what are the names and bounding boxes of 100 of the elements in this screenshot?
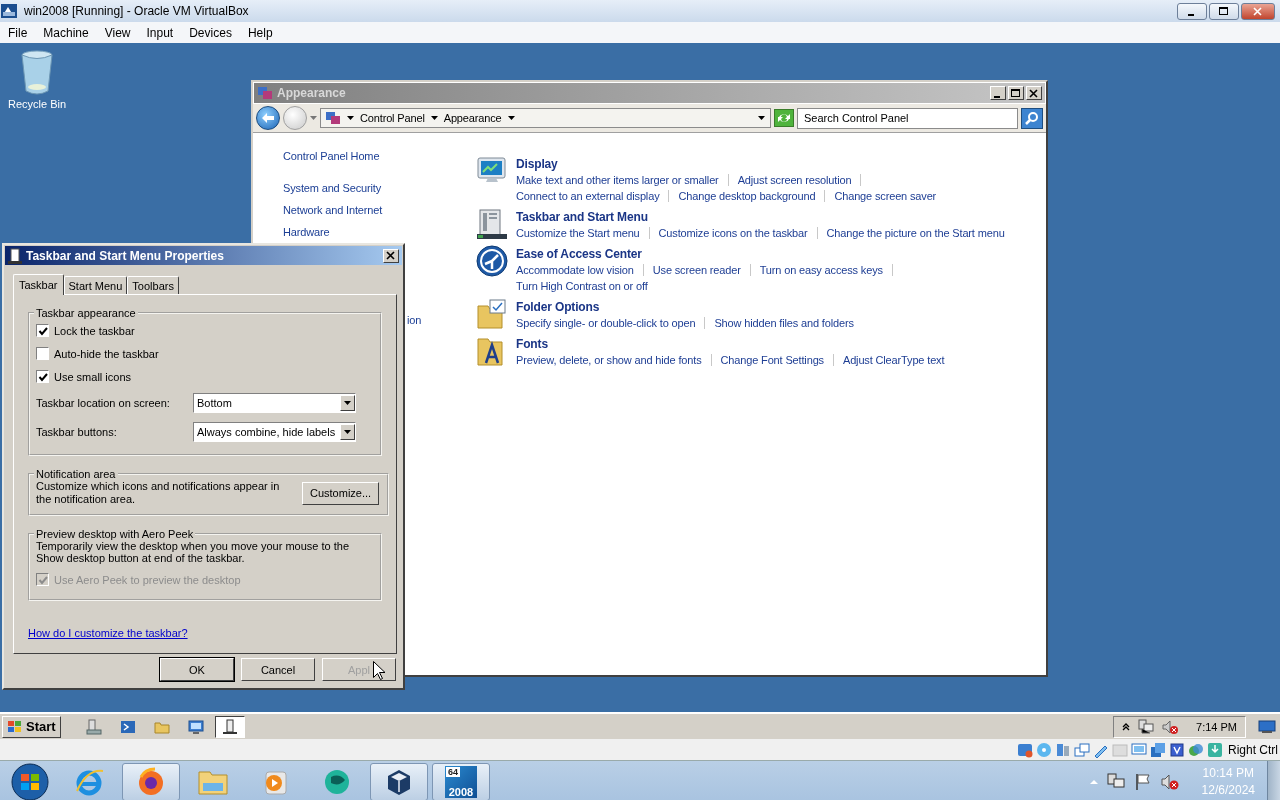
- checkbox-label[interactable]: Lock the taskbar: [54, 324, 135, 337]
- tab[interactable]: Taskbar: [13, 274, 64, 295]
- recycle-bin-icon: [19, 49, 55, 95]
- category-link[interactable]: Customize the Start menu: [516, 225, 640, 241]
- category-link[interactable]: Turn on easy access keys: [759, 262, 883, 278]
- taskbar-icon: [476, 208, 508, 240]
- menu-item[interactable]: Input: [138, 25, 182, 40]
- category-link[interactable]: Specify single- or double-click to open: [516, 315, 696, 331]
- checkbox-label: Use Aero Peek to preview the desktop: [54, 573, 241, 586]
- customize-button[interactable]: Customize...: [302, 481, 380, 505]
- taskbar-button[interactable]: [214, 715, 245, 738]
- taskbar-button[interactable]: 64 2008: [432, 762, 490, 800]
- speaker-muted-icon[interactable]: [1160, 772, 1179, 791]
- checkbox-label[interactable]: Use small icons: [54, 370, 132, 383]
- category-title[interactable]: Taskbar and Start Menu: [516, 210, 1005, 225]
- tab[interactable]: Toolbars: [127, 276, 179, 294]
- clock-time: 10:14 PM: [1202, 764, 1254, 782]
- caret-icon: [507, 116, 515, 120]
- refresh-icon: [777, 112, 791, 124]
- checkbox[interactable]: [36, 347, 49, 360]
- caret-icon: [347, 116, 354, 120]
- clock-date: 12/6/2024: [1201, 781, 1255, 799]
- category-link[interactable]: Accommodate low vision: [516, 262, 634, 278]
- field-label: Taskbar location on screen:: [36, 396, 171, 409]
- maximize-icon[interactable]: [1219, 6, 1229, 16]
- checkbox[interactable]: [36, 324, 49, 337]
- menu-item[interactable]: View: [96, 25, 139, 40]
- group-title: Taskbar appearance: [35, 307, 137, 319]
- powershell-icon: [119, 718, 136, 735]
- nav-link[interactable]: Control Panel Home: [283, 148, 380, 164]
- icon-label[interactable]: Recycle Bin: [7, 98, 67, 110]
- dropdown[interactable]: Always combine, hide labels: [193, 421, 356, 442]
- menu-item[interactable]: Devices: [181, 25, 240, 40]
- dialog-button[interactable]: OK: [160, 658, 234, 681]
- app-icon[interactable]: 64 2008: [445, 765, 477, 798]
- ease-of-access-icon: [476, 245, 508, 277]
- category-link[interactable]: Use screen reader: [652, 262, 741, 278]
- nav-link[interactable]: System and Security: [283, 180, 382, 196]
- speaker-muted-icon[interactable]: [1162, 718, 1179, 735]
- show-desktop-icon[interactable]: [1258, 719, 1276, 734]
- category-title[interactable]: Ease of Access Center: [516, 247, 902, 262]
- server-manager-icon: [85, 718, 102, 735]
- category-title[interactable]: Fonts: [516, 337, 945, 352]
- firefox-icon: [136, 766, 166, 797]
- flag-icon[interactable]: [1133, 772, 1152, 791]
- start-button[interactable]: Start: [2, 715, 61, 738]
- taskbar-button[interactable]: [122, 762, 180, 800]
- checkbox-label[interactable]: Auto-hide the taskbar: [54, 347, 159, 360]
- category-link[interactable]: Turn High Contrast on or off: [516, 278, 648, 294]
- folder-options-icon: [476, 298, 508, 330]
- category-link[interactable]: Make text and other items larger or smaller: [516, 172, 719, 188]
- taskbar-button[interactable]: [370, 762, 428, 800]
- dropdown-arrow-icon[interactable]: [344, 429, 351, 434]
- display-icon: [1131, 741, 1147, 758]
- category-link[interactable]: Change the picture on the Start menu: [826, 225, 1005, 241]
- search-field[interactable]: Search Control Panel: [797, 107, 1018, 129]
- tab[interactable]: Start Menu: [63, 276, 128, 294]
- nav-link[interactable]: Hardware: [283, 224, 330, 240]
- control-panel-icon: [257, 85, 273, 101]
- dropdown-arrow-icon[interactable]: [758, 115, 766, 121]
- network-icon[interactable]: [1138, 718, 1155, 735]
- maximize-button[interactable]: [1209, 2, 1239, 20]
- back-button[interactable]: [256, 106, 280, 130]
- minimize-button[interactable]: [1177, 2, 1207, 20]
- menu-item[interactable]: Machine: [35, 25, 97, 40]
- category-title[interactable]: Folder Options: [516, 300, 854, 315]
- category-link[interactable]: Connect to an external display: [516, 188, 660, 204]
- menu-item[interactable]: File: [0, 25, 36, 40]
- category-link[interactable]: Adjust ClearType text: [842, 352, 945, 368]
- window-title: win2008 [Running] - Oracle VM VirtualBox: [24, 4, 249, 18]
- search-button[interactable]: [1021, 107, 1043, 129]
- show-desktop-button[interactable]: [1267, 761, 1280, 800]
- nav-link[interactable]: ion: [407, 312, 422, 328]
- taskbar-icon: [8, 247, 22, 264]
- refresh-button[interactable]: [774, 109, 794, 127]
- category-link[interactable]: Customize icons on the taskbar: [658, 225, 808, 241]
- caret-icon[interactable]: [310, 116, 317, 120]
- nav-link[interactable]: Network and Internet: [283, 202, 383, 218]
- category-link[interactable]: Change desktop background: [678, 188, 816, 204]
- control-panel-icon: [325, 110, 341, 126]
- address-bar[interactable]: Control Panel Appearance: [320, 108, 771, 128]
- help-link[interactable]: How do I customize the taskbar?: [28, 627, 382, 639]
- category-link[interactable]: Preview, delete, or show and hide fonts: [516, 352, 702, 368]
- category-link[interactable]: Change screen saver: [834, 188, 937, 204]
- mouse-cursor-icon: [373, 661, 385, 680]
- start-orb-icon[interactable]: [10, 761, 50, 800]
- category-title[interactable]: Display: [516, 157, 937, 172]
- category-link[interactable]: Change Font Settings: [720, 352, 824, 368]
- chevron-up-icon[interactable]: [1122, 722, 1131, 731]
- category-link[interactable]: Show hidden files and folders: [714, 315, 854, 331]
- dialog-button[interactable]: Cancel: [241, 658, 315, 681]
- menu-item[interactable]: Help: [239, 25, 281, 40]
- breadcrumb-item[interactable]: Control Panel: [360, 112, 425, 124]
- breadcrumb-item[interactable]: Appearance: [443, 112, 502, 124]
- clock-time[interactable]: 7:14 PM: [1196, 720, 1237, 733]
- monitor-icon: [187, 718, 204, 735]
- dropdown[interactable]: Bottom: [193, 392, 356, 413]
- dropdown-arrow-icon[interactable]: [344, 400, 351, 405]
- checkbox[interactable]: [36, 370, 49, 383]
- category-link[interactable]: Adjust screen resolution: [737, 172, 852, 188]
